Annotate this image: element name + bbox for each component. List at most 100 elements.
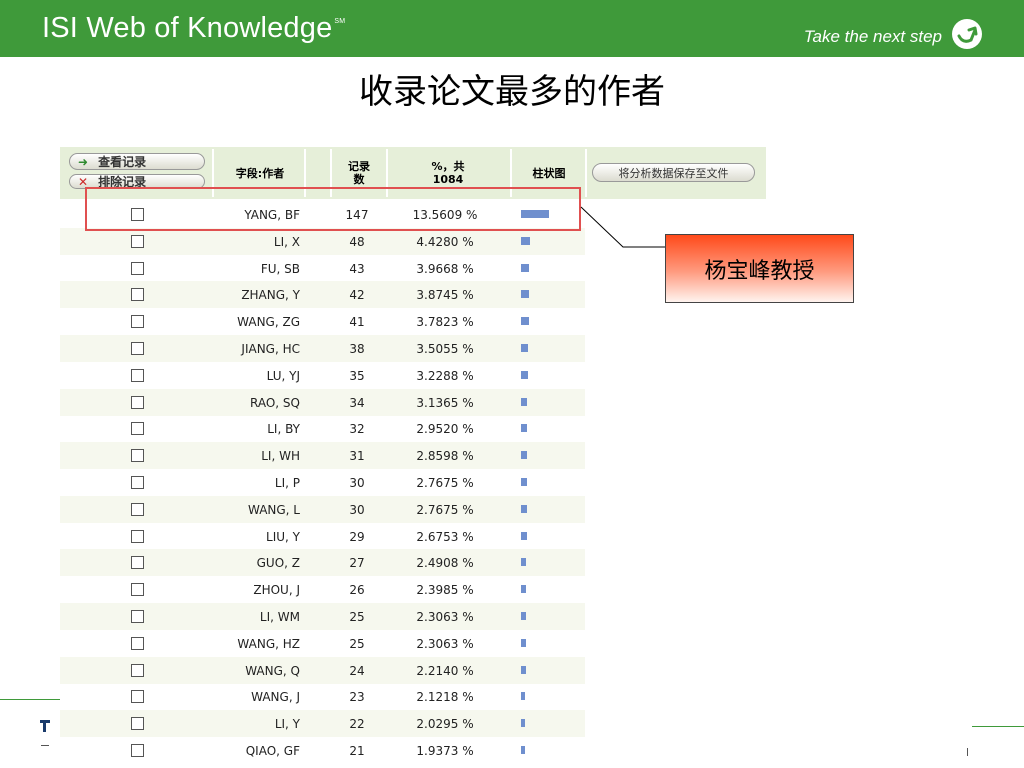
column-header-records-line1: 记录 [348, 160, 370, 173]
author-name: LI, BY [267, 422, 300, 437]
author-name: WANG, J [251, 690, 300, 705]
footer-rule-right [972, 726, 1024, 727]
row-checkbox[interactable] [131, 556, 144, 570]
author-name: WANG, L [247, 502, 300, 517]
table-row: QIAO, GF 21 1.9373 % [60, 737, 585, 764]
footer-dash [41, 745, 49, 746]
record-count: 22 [349, 717, 365, 732]
record-count: 30 [349, 502, 365, 517]
share-bar [521, 585, 526, 594]
table-row: LI, WH 31 2.8598 % [60, 442, 585, 470]
share-bar [521, 397, 527, 406]
share-bar [521, 317, 529, 326]
record-percent: 1.9373 % [416, 744, 474, 758]
author-name: WANG, HZ [237, 636, 300, 651]
row-checkbox[interactable] [131, 717, 144, 731]
view-records-button[interactable]: ➜ 查看记录 [69, 153, 205, 170]
author-name: ZHANG, Y [241, 288, 300, 303]
row-checkbox[interactable] [131, 744, 144, 757]
author-name: RAO, SQ [250, 395, 300, 410]
table-row: LI, WM 25 2.3063 % [60, 603, 585, 630]
row-checkbox[interactable] [131, 476, 144, 489]
record-percent: 2.1218 % [416, 690, 474, 705]
share-bar [521, 558, 526, 567]
row-checkbox[interactable] [131, 368, 144, 382]
share-bar [521, 424, 527, 433]
author-name: ZHOU, J [253, 583, 300, 598]
row-checkbox[interactable] [131, 690, 144, 704]
analysis-results-screenshot: ➜ 查看记录 ✕ 排除记录 字段:作者 记录 数 %，共 1084 柱状图 将分… [60, 147, 766, 768]
record-percent: 3.1365 % [416, 395, 474, 410]
record-count: 24 [349, 663, 365, 678]
table-row: WANG, Q 24 2.2140 % [60, 656, 585, 684]
footer-page-mark [967, 748, 968, 756]
row-checkbox[interactable] [131, 342, 144, 355]
record-count: 48 [349, 234, 365, 249]
share-bar [521, 263, 529, 272]
column-header-percent-line1: %，共 [431, 160, 465, 173]
table-row: LU, YJ 35 3.2288 % [60, 362, 585, 389]
row-checkbox[interactable] [131, 449, 144, 463]
row-checkbox[interactable] [131, 422, 144, 436]
brand-title: ISI Web of Knowledge SM [42, 12, 345, 45]
author-name: LI, P [274, 476, 300, 490]
record-percent: 2.7675 % [416, 502, 474, 517]
record-percent: 2.3063 % [416, 636, 474, 651]
table-row: LI, Y 22 2.0295 % [60, 710, 585, 738]
record-count: 34 [349, 395, 365, 410]
author-name: LI, Y [274, 717, 300, 732]
table-row: FU, SB 43 3.9668 % [60, 255, 585, 282]
table-row: JIANG, HC 38 3.5055 % [60, 335, 585, 362]
view-records-label: 查看记录 [98, 155, 147, 169]
save-analysis-button[interactable]: 将分析数据保存至文件 [592, 163, 755, 182]
record-count: 25 [349, 636, 365, 651]
row-checkbox[interactable] [131, 234, 144, 248]
footer-rule-left [0, 699, 60, 700]
table-row: WANG, L 30 2.7675 % [60, 495, 585, 523]
table-row: GUO, Z 27 2.4908 % [60, 549, 585, 577]
row-checkbox[interactable] [131, 395, 144, 409]
record-percent: 2.4908 % [416, 556, 474, 571]
row-checkbox[interactable] [131, 583, 144, 597]
row-checkbox[interactable] [131, 529, 144, 543]
record-count: 41 [349, 315, 365, 330]
record-count: 31 [349, 449, 365, 464]
arrow-right-icon: ➜ [78, 154, 89, 169]
record-count: 38 [349, 342, 365, 356]
share-bar [521, 290, 529, 299]
share-bar [521, 719, 525, 728]
header-divider [585, 149, 587, 197]
author-name: QIAO, GF [245, 744, 300, 758]
share-bar [521, 638, 526, 647]
author-name: JIANG, HC [241, 342, 300, 356]
table-row: WANG, J 23 2.1218 % [60, 683, 585, 710]
table-row: LI, P 30 2.7675 % [60, 469, 585, 496]
share-bar [521, 504, 527, 513]
record-percent: 3.7823 % [416, 315, 474, 330]
row-checkbox[interactable] [131, 636, 144, 650]
row-checkbox[interactable] [131, 315, 144, 329]
share-bar [521, 236, 530, 245]
row-checkbox[interactable] [131, 288, 144, 302]
record-count: 26 [349, 583, 365, 598]
row-checkbox[interactable] [131, 261, 144, 275]
row-checkbox[interactable] [131, 610, 144, 623]
author-name: WANG, ZG [237, 315, 300, 330]
author-name: LU, YJ [266, 368, 300, 383]
share-bar [521, 478, 527, 486]
row-checkbox[interactable] [131, 502, 144, 516]
column-header-records-line2: 数 [353, 173, 365, 186]
record-count: 27 [349, 556, 365, 571]
share-bar [521, 344, 528, 352]
tagline: Take the next step [803, 27, 942, 46]
row-checkbox[interactable] [131, 663, 144, 677]
table-row: WANG, ZG 41 3.7823 % [60, 308, 585, 335]
record-percent: 2.7675 % [416, 476, 474, 490]
table-row: LIU, Y 29 2.6753 % [60, 523, 585, 550]
record-percent: 2.8598 % [416, 449, 474, 464]
author-name: LIU, Y [266, 529, 300, 544]
record-percent: 2.6753 % [416, 529, 474, 544]
record-percent: 2.9520 % [416, 422, 474, 437]
callout-label: 杨宝峰教授 [704, 258, 815, 284]
table-row: LI, X 48 4.4280 % [60, 227, 585, 255]
